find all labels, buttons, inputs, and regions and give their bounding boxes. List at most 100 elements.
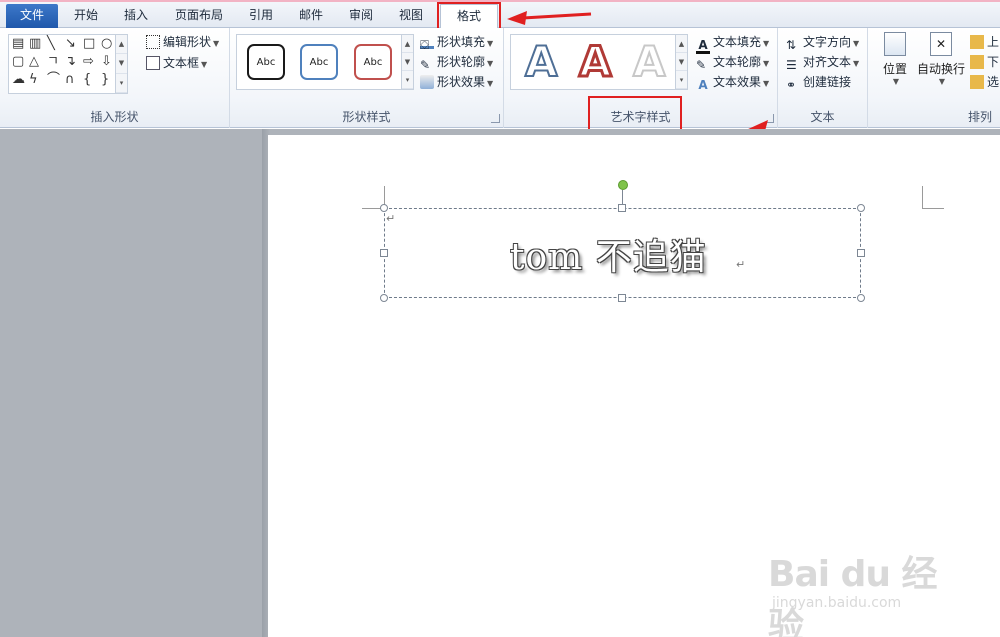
shape-style-red[interactable]: Abc — [354, 44, 392, 80]
wordart-style-blue[interactable]: A — [524, 38, 558, 86]
down-arrow-shape-icon[interactable]: ⇩ — [101, 55, 112, 69]
chevron-down-icon: ▼ — [487, 39, 494, 48]
align-text-icon: ☰ — [786, 58, 797, 72]
chevron-down-icon: ▼ — [201, 60, 208, 69]
wordart-style-gallery[interactable]: A A A ▲ ▼ ▾ — [510, 34, 688, 90]
textbox-shape-icon[interactable]: ▤ — [12, 37, 24, 51]
shape-styles-launcher-icon[interactable] — [491, 114, 500, 123]
tab-file[interactable]: 文件 — [6, 4, 58, 28]
tab-mailings[interactable]: 邮件 — [288, 4, 334, 28]
resize-handle-top[interactable] — [618, 204, 626, 212]
text-box-icon — [146, 56, 160, 70]
resize-handle-right[interactable] — [857, 249, 865, 257]
scroll-up-icon[interactable]: ▲ — [402, 35, 413, 53]
create-link-button[interactable]: ⚭ 创建链接 — [786, 72, 851, 92]
align-text-button[interactable]: ☰ 对齐文本 ▼ — [786, 52, 859, 72]
vertical-textbox-shape-icon[interactable]: ▥ — [29, 37, 41, 51]
group-insert-shapes: ▤ ▥ ╲ ↘ □ ○ ▢ △ ㄱ ↴ ⇨ ⇩ ☁ ϟ ⌒ ∩ { } ▲ ▼ … — [0, 28, 230, 128]
shapes-gallery-scroll[interactable]: ▲ ▼ ▾ — [115, 35, 127, 93]
wordart-style-red[interactable]: A — [578, 37, 613, 86]
text-fill-button[interactable]: A 文本填充 ▼ — [696, 32, 769, 54]
group-label-shape-styles: 形状样式 — [342, 110, 391, 124]
edit-shape-icon — [146, 35, 160, 49]
wordart-gallery-scroll[interactable]: ▲ ▼ ▾ — [675, 35, 687, 89]
right-arrow-shape-icon[interactable]: ⇨ — [83, 55, 94, 69]
line-shape-icon[interactable]: ╲ — [47, 37, 55, 51]
arrow-line-shape-icon[interactable]: ↘ — [65, 37, 76, 51]
arc-shape-icon[interactable]: ∩ — [65, 73, 75, 87]
resize-handle-top-right[interactable] — [857, 204, 865, 212]
resize-handle-bottom-right[interactable] — [857, 294, 865, 302]
text-outline-icon: ✎ — [696, 58, 707, 72]
paragraph-mark-icon: ↵ — [736, 258, 746, 271]
chevron-down-icon: ▼ — [487, 59, 494, 68]
scroll-down-icon[interactable]: ▼ — [116, 54, 127, 74]
resize-handle-left[interactable] — [380, 249, 388, 257]
pen-icon: ✎ — [420, 58, 431, 72]
scroll-down-icon[interactable]: ▼ — [676, 53, 687, 71]
shape-style-black[interactable]: Abc — [247, 44, 285, 80]
curve-shape-icon[interactable]: ⌒ — [47, 73, 60, 87]
chevron-down-icon: ▼ — [938, 77, 946, 86]
wordart-text[interactable]: tom 不追猫 — [510, 228, 707, 280]
bring-forward-button[interactable]: 上 — [970, 32, 999, 52]
elbow-arrow-shape-icon[interactable]: ↴ — [65, 55, 76, 69]
scroll-up-icon[interactable]: ▲ — [116, 35, 127, 55]
wordart-style-gray[interactable]: A — [632, 38, 666, 86]
rotate-handle[interactable] — [618, 180, 628, 190]
freeform-shape-icon[interactable]: ☁ — [12, 73, 25, 87]
tab-insert[interactable]: 插入 — [112, 4, 160, 28]
watermark-url: jingyan.baidu.com — [772, 595, 902, 611]
baidu-jingyan-watermark: Bai du 经验 jingyan.baidu.com — [768, 545, 968, 637]
text-effects-button[interactable]: A 文本效果 ▼ — [696, 72, 769, 92]
text-direction-button[interactable]: ⇅ 文字方向 ▼ — [786, 32, 859, 52]
wrap-text-button[interactable]: ✕ 自动换行 ▼ — [916, 32, 966, 92]
link-icon: ⚭ — [786, 78, 797, 92]
tab-view[interactable]: 视图 — [388, 4, 434, 28]
rounded-rect-shape-icon[interactable]: ▢ — [12, 55, 24, 69]
shape-outline-button[interactable]: ✎ 形状轮廓 ▼ — [420, 52, 493, 72]
oval-shape-icon[interactable]: ○ — [101, 37, 112, 51]
shapes-gallery[interactable]: ▤ ▥ ╲ ↘ □ ○ ▢ △ ㄱ ↴ ⇨ ⇩ ☁ ϟ ⌒ ∩ { } ▲ ▼ … — [8, 34, 128, 94]
scroll-up-icon[interactable]: ▲ — [676, 35, 687, 53]
text-outline-button[interactable]: ✎ 文本轮廓 ▼ — [696, 52, 769, 72]
selection-pane-icon — [970, 75, 984, 89]
shape-effects-button[interactable]: 形状效果 ▼ — [420, 72, 493, 92]
text-direction-icon: ⇅ — [786, 38, 797, 52]
rectangle-shape-icon[interactable]: □ — [83, 37, 95, 51]
selection-pane-button[interactable]: 选 — [970, 72, 999, 92]
resize-handle-top-left[interactable] — [380, 204, 388, 212]
bring-forward-icon — [970, 35, 984, 49]
gallery-more-icon[interactable]: ▾ — [116, 74, 127, 93]
text-box-button[interactable]: 文本框 ▼ — [146, 53, 207, 73]
elbow-connector-shape-icon[interactable]: ㄱ — [47, 55, 59, 69]
triangle-shape-icon[interactable]: △ — [29, 55, 39, 69]
group-label-insert-shapes: 插入形状 — [90, 110, 139, 124]
gallery-more-icon[interactable]: ▾ — [402, 71, 413, 89]
shape-style-gallery[interactable]: Abc Abc Abc ▲ ▼ ▾ — [236, 34, 414, 90]
position-button[interactable]: 位置 ▼ — [878, 32, 912, 92]
chevron-down-icon: ▼ — [892, 77, 900, 86]
text-effects-icon: A — [698, 78, 708, 92]
tab-home[interactable]: 开始 — [62, 4, 110, 28]
group-shape-styles: Abc Abc Abc ▲ ▼ ▾ ⛋ 形状填充 ▼ ✎ 形状轮廓 ▼ 形状效果 ▼ 形状… — [230, 28, 504, 128]
resize-handle-bottom-left[interactable] — [380, 294, 388, 302]
tab-references[interactable]: 引用 — [238, 4, 284, 28]
group-text: ⇅ 文字方向 ▼ ☰ 对齐文本 ▼ ⚭ 创建链接 文本 — [778, 28, 868, 128]
edit-shape-button[interactable]: 编辑形状 ▼ — [146, 32, 219, 52]
tab-page-layout[interactable]: 页面布局 — [166, 4, 232, 28]
tab-review[interactable]: 审阅 — [338, 4, 384, 28]
shape-fill-button[interactable]: ⛋ 形状填充 ▼ — [420, 32, 493, 52]
paint-bucket-icon: ⛋ — [420, 35, 434, 52]
group-label-text: 文本 — [810, 110, 835, 124]
wrap-text-icon: ✕ — [930, 32, 952, 56]
right-brace-shape-icon[interactable]: } — [101, 73, 109, 87]
resize-handle-bottom[interactable] — [618, 294, 626, 302]
scribble-shape-icon[interactable]: ϟ — [29, 73, 38, 87]
send-backward-button[interactable]: 下 — [970, 52, 999, 72]
shape-style-blue[interactable]: Abc — [300, 44, 338, 80]
shape-style-gallery-scroll[interactable]: ▲ ▼ ▾ — [401, 35, 413, 89]
left-brace-shape-icon[interactable]: { — [83, 73, 91, 87]
gallery-more-icon[interactable]: ▾ — [676, 71, 687, 89]
scroll-down-icon[interactable]: ▼ — [402, 53, 413, 71]
